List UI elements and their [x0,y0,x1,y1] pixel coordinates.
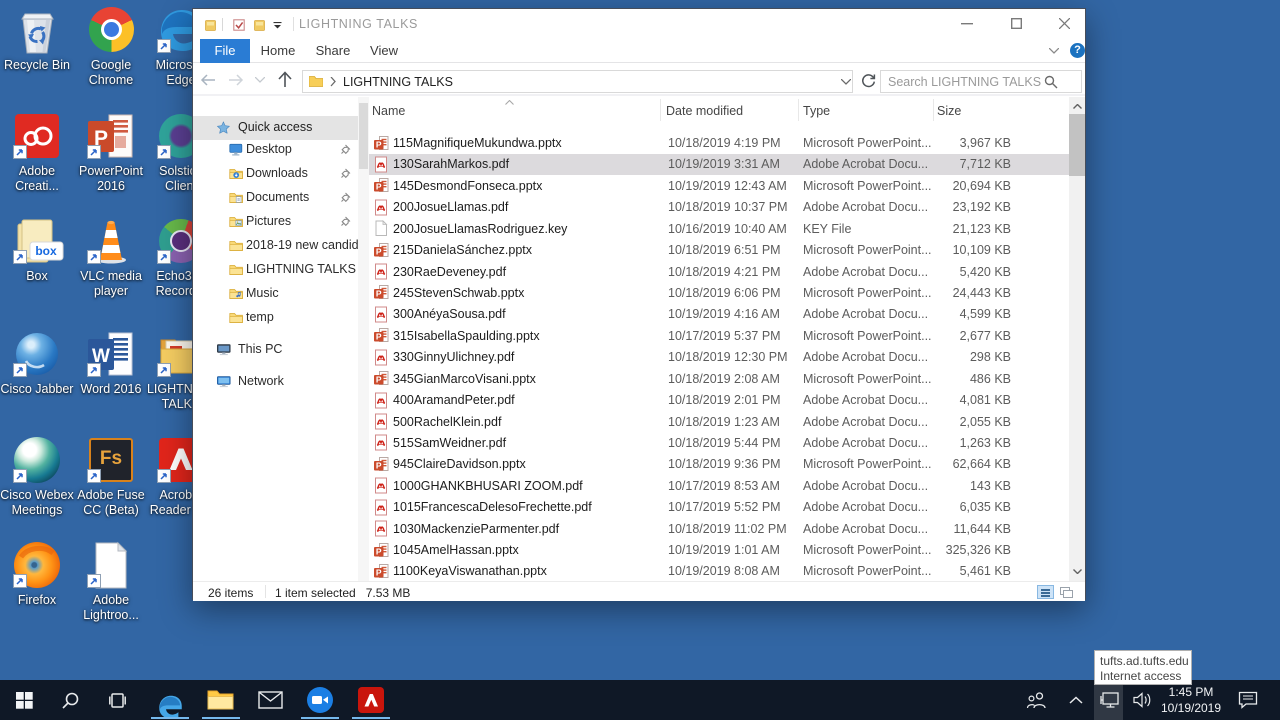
svg-text:P: P [376,567,382,577]
svg-text:P: P [376,546,382,556]
svg-text:P: P [376,182,382,192]
svg-text:P: P [376,460,382,470]
svg-text:P: P [376,375,382,385]
svg-text:P: P [376,332,382,342]
svg-text:P: P [376,289,382,299]
svg-text:P: P [376,139,382,149]
svg-text:box: box [35,244,57,258]
svg-text:P: P [376,246,382,256]
